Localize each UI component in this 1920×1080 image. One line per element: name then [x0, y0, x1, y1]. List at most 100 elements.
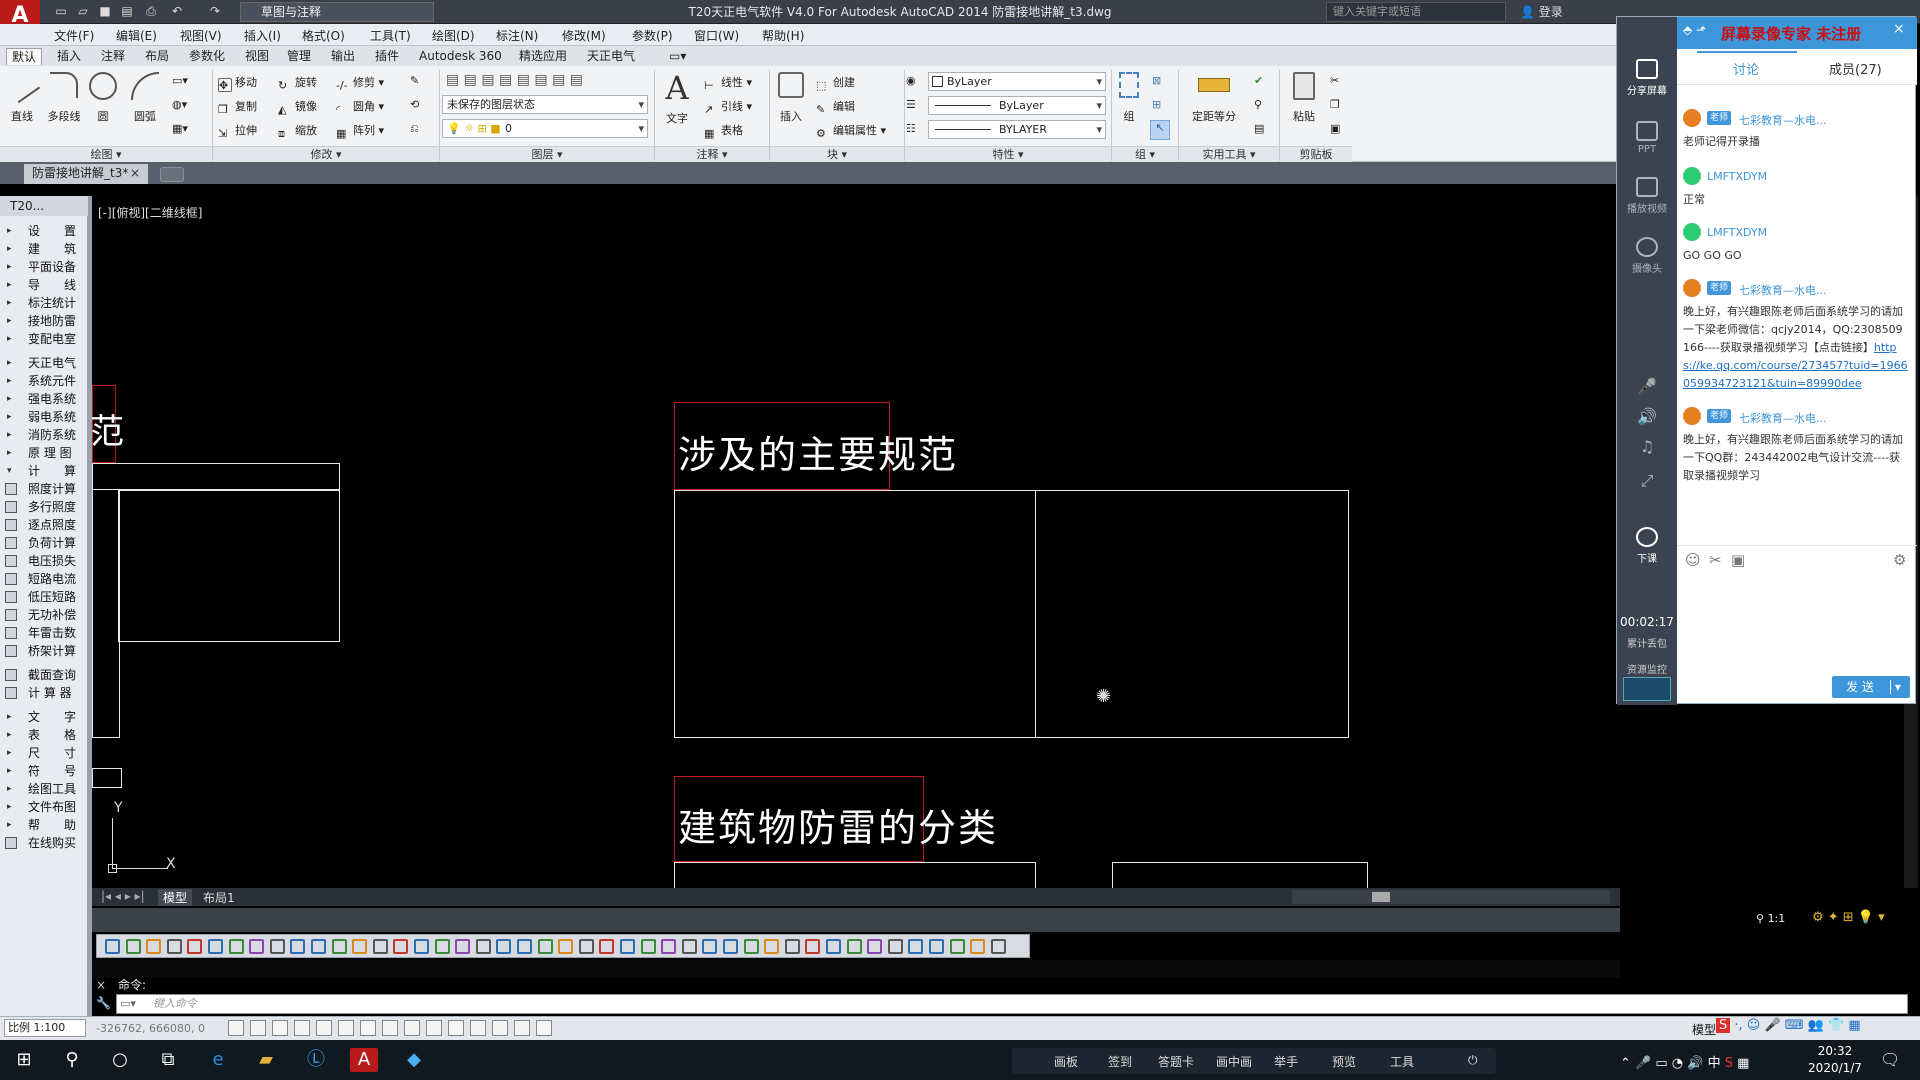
search-icon[interactable]: ⚲ [58, 1048, 86, 1072]
horizontal-scroll-thumb[interactable] [1372, 892, 1390, 902]
undo-icon[interactable]: ↶ [168, 3, 186, 20]
quick-tool-icon[interactable] [269, 939, 285, 954]
quick-tool-icon[interactable] [290, 939, 306, 954]
quick-tool-icon[interactable] [826, 939, 841, 954]
quick-tool-icon[interactable] [846, 939, 862, 954]
arc-button[interactable]: 圆弧 [128, 72, 162, 124]
drafting-toggle-icon[interactable] [426, 1020, 442, 1036]
drafting-toggle-icon[interactable] [250, 1020, 266, 1036]
palette-item[interactable]: ▸ 帮 助 [0, 816, 88, 834]
ungroup-icon[interactable]: ⊠ [1152, 74, 1161, 87]
annotation-panel-label[interactable]: 注释 ▾ [655, 146, 769, 162]
app-l-icon[interactable]: Ⓛ [302, 1048, 330, 1072]
status-strip-icons[interactable]: ⚙ ✦ ⊞ 💡 ▾ [1812, 910, 1912, 928]
quick-tool-icon[interactable] [681, 939, 697, 954]
palette-item[interactable]: 多行照度 [0, 498, 88, 516]
fillet-button[interactable]: ◜ 圆角 ▾ [336, 98, 384, 117]
palette-item[interactable]: ▸ 天正电气 [0, 354, 88, 372]
create-block-button[interactable]: ⬚ 创建 [816, 74, 855, 93]
tab-plugins[interactable]: 插件 [370, 48, 404, 65]
quick-tool-icon[interactable] [166, 939, 182, 954]
new-tab-button[interactable] [160, 167, 184, 182]
command-menu-icon[interactable]: ▭▾ [120, 997, 136, 1010]
close-panel-icon[interactable]: × [1893, 21, 1905, 37]
drafting-toggle-icon[interactable] [228, 1020, 244, 1036]
task-view-icon[interactable]: ⧉ [154, 1048, 182, 1072]
workspace-dropdown[interactable]: 草图与注释 [240, 2, 434, 22]
pin-icon[interactable]: ⬘ ⬏ [1683, 23, 1706, 37]
quick-tool-icon[interactable] [558, 939, 574, 954]
match-icon[interactable]: ▣ [1330, 122, 1340, 135]
paste-button[interactable]: 粘贴 [1286, 72, 1322, 124]
quick-tool-icon[interactable] [970, 939, 986, 954]
quick-tool-icon[interactable] [949, 939, 965, 954]
palette-item[interactable]: ▸ 建 筑 [0, 240, 88, 258]
tab-view[interactable]: 视图 [240, 48, 274, 65]
autocad-taskbar-icon[interactable]: A [350, 1048, 378, 1072]
send-button[interactable]: 发 送 ▾ [1832, 676, 1910, 698]
tab-manage[interactable]: 管理 [282, 48, 316, 65]
quick-tool-icon[interactable] [661, 939, 677, 954]
ime-toolbar[interactable]: S ·, ☺ 🎤 ⌨ 👥 👕 ▦ [1716, 1018, 1916, 1038]
quick-tool-icon[interactable] [475, 939, 491, 954]
palette-item[interactable]: ▸ 尺 寸 [0, 744, 88, 762]
drafting-toggle-icon[interactable] [492, 1020, 508, 1036]
power-icon[interactable]: ⏻ [1468, 1053, 1478, 1068]
drafting-toggle-icon[interactable] [338, 1020, 354, 1036]
tab-model[interactable]: 模型 [158, 889, 193, 906]
drafting-toggle-icon[interactable] [404, 1020, 420, 1036]
file-explorer-icon[interactable]: ▰ [252, 1048, 280, 1072]
speaker-icon[interactable]: 🔊 [1617, 407, 1677, 426]
tab-output[interactable]: 输出 [326, 48, 360, 65]
palette-item[interactable]: ▸ 文 字 [0, 708, 88, 726]
quick-tool-icon[interactable] [372, 939, 388, 954]
music-icon[interactable]: ♫ [1617, 437, 1677, 456]
close-tab-icon[interactable]: × [130, 164, 140, 183]
block-panel-label[interactable]: 块 ▾ [770, 146, 904, 162]
tab-layout1[interactable]: 布局1 [198, 889, 240, 906]
palette-item[interactable]: ▸ 平面设备 [0, 258, 88, 276]
scale-button[interactable]: ⧈ 缩放 [278, 122, 317, 141]
command-input[interactable]: 键入命令 [116, 994, 1908, 1014]
layer-tools-icons[interactable]: ▤ ▤ ▤ ▤ ▤ ▤ ▤ ▤ [446, 72, 583, 88]
palette-item[interactable]: ▸ 强电系统 [0, 390, 88, 408]
menu-draw[interactable]: 绘图(D) [432, 27, 475, 44]
palette-item[interactable]: ▸ 系统元件 [0, 372, 88, 390]
quick-tool-icon[interactable] [105, 939, 120, 954]
send-options-icon[interactable]: ▾ [1889, 680, 1901, 694]
drafting-toggle-icon[interactable] [316, 1020, 332, 1036]
move-button[interactable]: ✥ 移动 [218, 74, 257, 92]
chat-username[interactable]: 七彩教育—水电... [1739, 282, 1827, 298]
quick-tool-icon[interactable] [496, 939, 512, 954]
print-icon[interactable]: ⎙ [142, 3, 160, 20]
edit-block-button[interactable]: ✎ 编辑 [816, 98, 855, 117]
palette-item[interactable]: ▸ 接地防雷 [0, 312, 88, 330]
quick-tool-icon[interactable] [352, 939, 368, 954]
offset-icon[interactable]: ⎌ [410, 122, 419, 136]
camera-button[interactable]: 摄像头 [1617, 237, 1677, 275]
tab-discussion[interactable]: 讨论 [1733, 59, 1759, 78]
quick-tool-icon[interactable] [743, 939, 759, 954]
windows-start-icon[interactable]: ⊞ [10, 1048, 38, 1072]
model-space-toggle[interactable]: 模型 [1692, 1021, 1716, 1038]
menu-parametric[interactable]: 参数(P) [632, 27, 673, 44]
explode-icon[interactable]: ⟲ [410, 98, 419, 111]
palette-item[interactable]: ▸ 符 号 [0, 762, 88, 780]
measure-button[interactable]: 定距等分 [1188, 72, 1240, 124]
line-button[interactable]: 直线 [3, 66, 41, 124]
palette-item[interactable]: 照度计算 [0, 480, 88, 498]
edge-browser-icon[interactable]: e [204, 1048, 232, 1072]
chat-username[interactable]: LMFTXDYM [1707, 226, 1767, 239]
quick-tool-icon[interactable] [146, 939, 162, 954]
save-icon[interactable]: ■ [96, 3, 114, 20]
live-tool-button[interactable]: 举手 [1274, 1053, 1298, 1070]
menu-help[interactable]: 帮助(H) [762, 27, 804, 44]
chat-settings-icon[interactable]: ⚙ [1893, 551, 1906, 569]
quick-tool-icon[interactable] [311, 939, 326, 954]
quick-tool-icon[interactable] [517, 939, 532, 954]
palette-item[interactable]: 电压损失 [0, 552, 88, 570]
scissors-icon[interactable]: ✂ [1709, 551, 1722, 569]
new-file-icon[interactable]: ▭ [52, 3, 70, 20]
group-select-icon[interactable]: ↖ [1150, 120, 1170, 140]
palette-item[interactable]: ▸ 标注统计 [0, 294, 88, 312]
